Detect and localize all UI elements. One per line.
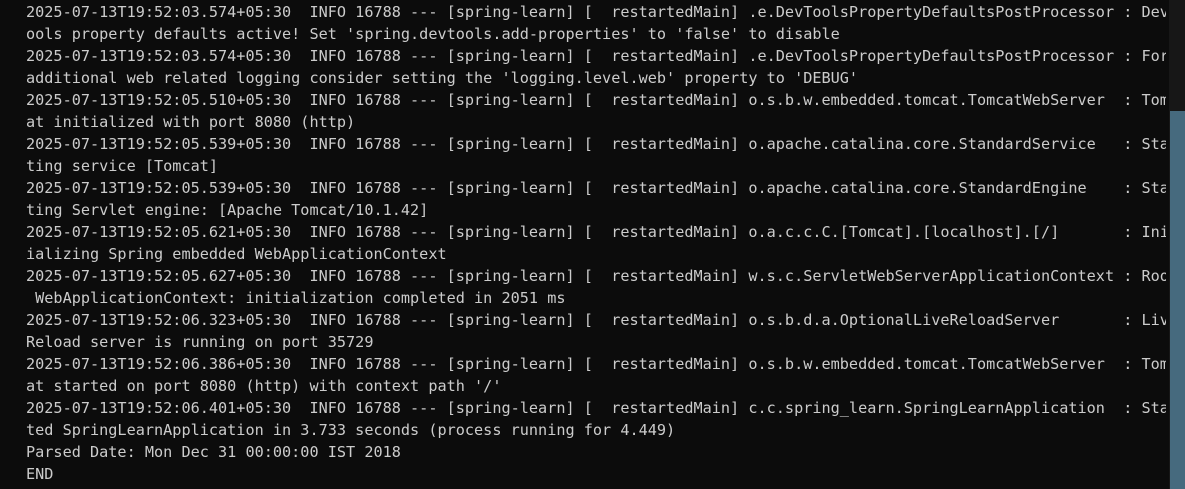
console-line: ializing Spring embedded WebApplicationC… (26, 245, 447, 263)
console-line: Parsed Date: Mon Dec 31 00:00:00 IST 201… (26, 443, 401, 461)
console-line: 2025-07-13T19:52:06.323+05:30 INFO 16788… (26, 311, 1166, 329)
terminal-window: 2025-07-13T19:52:03.574+05:30 INFO 16788… (0, 0, 1185, 489)
console-line: END (26, 465, 54, 483)
console-line: additional web related logging consider … (26, 69, 859, 87)
vertical-scrollbar[interactable] (1169, 0, 1185, 489)
scrollbar-thumb[interactable] (1170, 111, 1185, 489)
console-line: 2025-07-13T19:52:05.627+05:30 INFO 16788… (26, 267, 1166, 285)
console-line: 2025-07-13T19:52:05.539+05:30 INFO 16788… (26, 179, 1166, 197)
console-line: at initialized with port 8080 (http) (26, 113, 356, 131)
console-line: 2025-07-13T19:52:03.574+05:30 INFO 16788… (26, 3, 1166, 21)
console-line: ting service [Tomcat] (26, 157, 219, 175)
console-line: 2025-07-13T19:52:06.386+05:30 INFO 16788… (26, 355, 1166, 373)
console-line: 2025-07-13T19:52:05.510+05:30 INFO 16788… (26, 91, 1166, 109)
console-line: ted SpringLearnApplication in 3.733 seco… (26, 421, 676, 439)
console-output[interactable]: 2025-07-13T19:52:03.574+05:30 INFO 16788… (26, 1, 1166, 485)
console-line: 2025-07-13T19:52:05.539+05:30 INFO 16788… (26, 135, 1166, 153)
console-line: Reload server is running on port 35729 (26, 333, 374, 351)
console-line: ting Servlet engine: [Apache Tomcat/10.1… (26, 201, 429, 219)
console-line: ools property defaults active! Set 'spri… (26, 25, 840, 43)
console-line: at started on port 8080 (http) with cont… (26, 377, 502, 395)
console-line: 2025-07-13T19:52:03.574+05:30 INFO 16788… (26, 47, 1166, 65)
console-line: 2025-07-13T19:52:06.401+05:30 INFO 16788… (26, 399, 1166, 417)
console-line: 2025-07-13T19:52:05.621+05:30 INFO 16788… (26, 223, 1166, 241)
console-line: WebApplicationContext: initialization co… (26, 289, 566, 307)
